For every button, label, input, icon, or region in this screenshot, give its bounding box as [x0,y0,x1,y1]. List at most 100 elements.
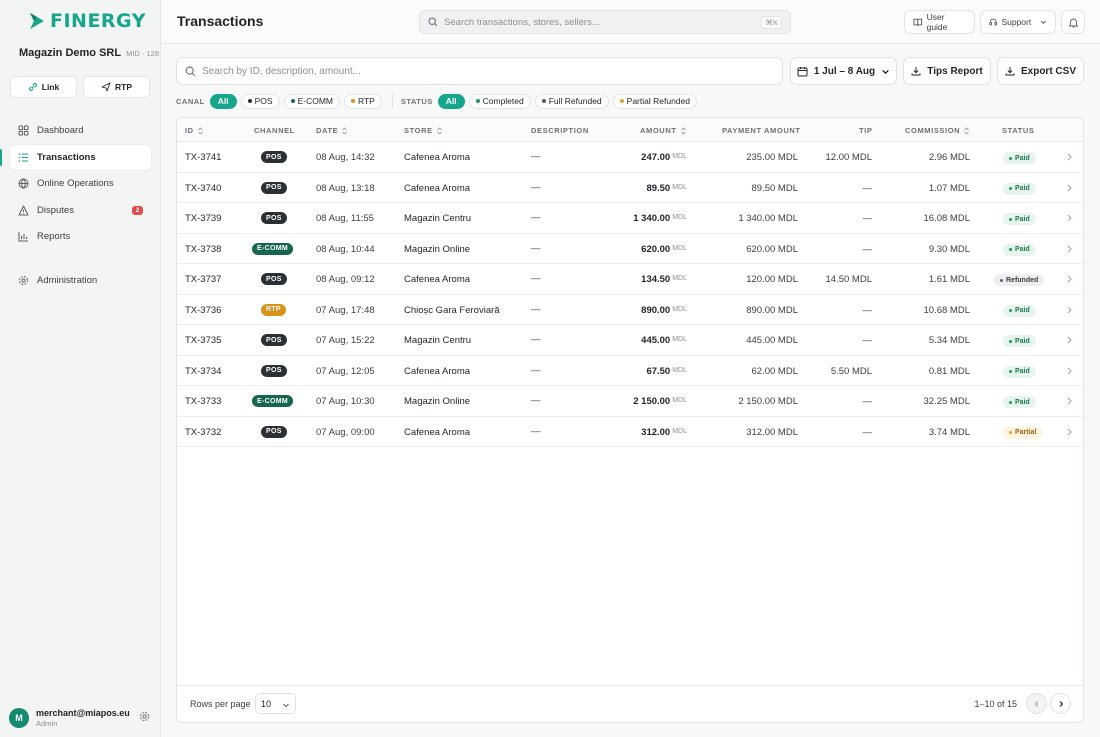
pagination-range: 1–10 of 15 [974,699,1017,709]
amount-value: 445.00 [641,335,671,346]
notifications-button[interactable] [1061,10,1085,34]
support-dropdown[interactable]: Support [980,10,1056,34]
chevron-right-icon[interactable] [1066,306,1073,314]
chevron-right-icon[interactable] [1066,336,1073,344]
link-label: Link [41,82,60,92]
tips-report-button[interactable]: Tips Report [903,57,991,85]
table-row[interactable]: TX-3733 E-COMM 07 Aug, 10:30 Magazin Online… [177,386,1083,417]
cell-commission: 10.68 MDL [923,304,970,316]
table-row[interactable]: TX-3735 POS 07 Aug, 15:22 Magazin Centru — 44… [177,325,1083,356]
amount-value: 89.50 [646,182,671,194]
canal-chip-all[interactable]: All [209,93,237,109]
col-label: PAYMENT AMOUNT [722,126,801,135]
chevron-down-icon [1041,20,1047,24]
amount-currency: MDL [672,427,687,435]
table-row[interactable]: TX-3737 POS 08 Aug, 09:12 Cafenea Aroma — 134… [177,264,1083,295]
search-icon [185,66,196,76]
chip-label: All [445,96,457,106]
grid-icon [18,125,29,136]
chevron-right-icon[interactable] [1066,428,1073,436]
canal-chip-rtp[interactable]: RTP [344,93,382,109]
cell-payment-amount: 445.00 MDL [746,335,798,346]
previous-page-button[interactable] [1026,693,1047,714]
brand-logo[interactable]: FINERGY [28,10,146,32]
cell-tip: — [862,335,873,346]
sidebar-item-administration[interactable]: Administration [10,268,151,293]
dot-icon [619,99,624,103]
sort-icon [197,126,203,135]
cell-date: 08 Aug, 11:55 [316,213,374,224]
canal-chip-ecomm[interactable]: E-COMM [283,93,340,109]
next-page-button[interactable] [1050,693,1071,714]
table-row[interactable]: TX-3736 RTP 07 Aug, 17:48 Chioșc Gara Ferov… [177,295,1083,325]
status-badge: Paid [1003,182,1036,195]
chevron-right-icon[interactable] [1066,153,1073,161]
company-switcher[interactable]: Magazin Demo SRL MID · 128 [19,47,159,59]
table-row[interactable]: TX-3732 POS 07 Aug, 09:00 Cafenea Aroma — 312… [177,417,1083,447]
user-menu[interactable]: M merchant@miapos.eu Admin [9,706,154,730]
table-row[interactable]: TX-3738 E-COMM 08 Aug, 10:44 Magazin Online… [177,234,1083,264]
col-amount[interactable]: AMOUNT [640,126,687,135]
chip-label: POS [254,96,273,106]
status-chip-completed[interactable]: Completed [468,93,531,109]
sidebar-item-online-operations[interactable]: Online Operations [10,171,151,196]
col-label: DATE [316,126,339,135]
cell-description: — [531,395,541,406]
global-search[interactable]: ⌘K [419,10,791,34]
chevron-right-icon[interactable] [1066,367,1073,375]
chevron-right-icon[interactable] [1066,214,1073,222]
export-csv-button[interactable]: Export CSV [997,57,1084,85]
chevron-right-icon[interactable] [1066,275,1073,283]
transactions-search-input[interactable] [202,65,762,77]
status-dot-icon [1009,248,1012,251]
cell-date: 07 Aug, 12:05 [316,365,375,377]
transactions-search[interactable] [176,57,783,85]
date-range-picker[interactable]: 1 Jul – 8 Aug [790,57,897,85]
status-chip-partial-refunded[interactable]: Partial Refunded [612,93,697,109]
col-id[interactable]: ID [185,126,204,135]
table-row[interactable]: TX-3734 POS 07 Aug, 12:05 Cafenea Aroma — 67.… [177,356,1083,386]
link-icon [28,83,37,91]
chip-label: All [217,96,229,106]
amount-value: 620.00 [641,243,671,255]
col-commission[interactable]: COMMISSION [905,126,970,135]
status-label: Refunded [1006,276,1039,284]
chevron-right-icon[interactable] [1066,397,1073,405]
sidebar-item-transactions[interactable]: Transactions [0,144,151,170]
table-row[interactable]: TX-3740 POS 08 Aug, 13:18 Cafenea Aroma — 89.… [177,173,1083,203]
sidebar-item-reports[interactable]: Reports [10,224,151,249]
chevron-right-icon[interactable] [1066,245,1073,253]
col-description: DESCRIPTION [531,126,589,135]
global-search-input[interactable] [444,16,744,28]
cell-date: 08 Aug, 10:44 [316,243,375,255]
create-rtp-button[interactable]: RTP [83,76,150,98]
sidebar-item-disputes[interactable]: Disputes 2 [10,198,151,223]
amount-currency: MDL [672,275,687,282]
table-row[interactable]: TX-3741 POS 08 Aug, 14:32 Cafenea Aroma — 247… [177,142,1083,173]
table-row[interactable]: TX-3739 POS 08 Aug, 11:55 Magazin Centru — 1 … [177,203,1083,234]
dot-icon [351,99,355,103]
user-guide-button[interactable]: User guide [904,10,975,34]
amount-currency: MDL [672,183,687,191]
status-badge: Paid [1003,304,1036,317]
chevron-right-icon[interactable] [1066,184,1073,192]
col-label: TIP [859,126,873,135]
status-chip-full-refunded[interactable]: Full Refunded [534,93,609,109]
warning-icon [18,205,29,216]
settings-gear-icon[interactable] [139,711,150,722]
col-label: CHANNEL [254,126,295,135]
col-date[interactable]: DATE [316,126,348,135]
rows-per-page-select[interactable]: 10 [255,693,296,714]
cell-commission: 2.96 MDL [928,152,970,163]
col-tip: TIP [859,126,872,135]
sidebar-item-dashboard[interactable]: Dashboard [10,118,151,143]
amount-value: 247.00 [641,152,671,163]
cell-store: Magazin Online [404,243,471,255]
channel-badge: POS [261,212,287,224]
cell-amount: 312.00 MDL [641,427,687,438]
globe-icon [18,178,29,189]
create-link-button[interactable]: Link [10,76,77,98]
col-store[interactable]: STORE [404,126,443,135]
canal-chip-pos[interactable]: POS [240,93,280,109]
status-chip-all[interactable]: All [437,93,465,109]
